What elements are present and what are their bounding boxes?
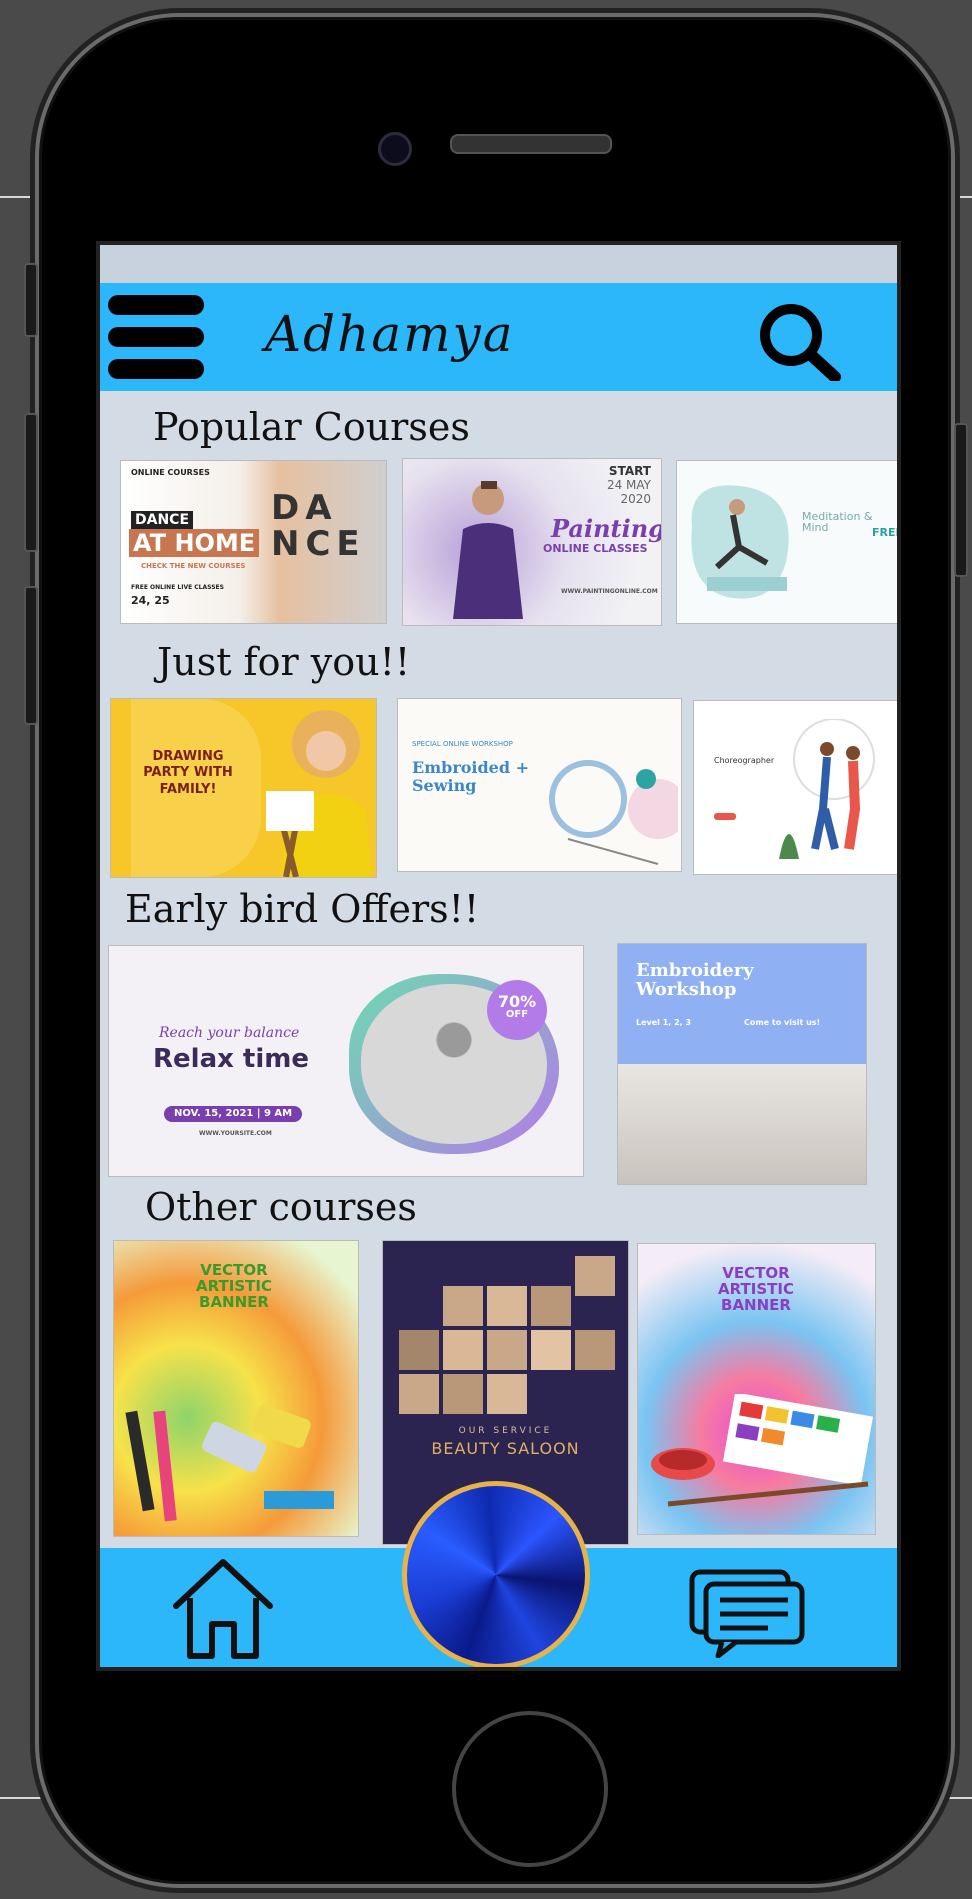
collage-illustration bbox=[399, 1256, 615, 1414]
card-title: Relax time bbox=[153, 1044, 309, 1074]
card-label: SPECIAL ONLINE WORKSHOP bbox=[412, 740, 513, 748]
section-title-early-bird: Early bird Offers!! bbox=[125, 887, 480, 931]
app-header: Adhamya bbox=[100, 283, 897, 391]
card-title: Painting bbox=[551, 514, 662, 543]
card-url: WWW.PAINTINGONLINE.COM bbox=[561, 588, 658, 595]
section-title-popular: Popular Courses bbox=[153, 405, 470, 449]
card-big-letters: DANCE bbox=[271, 488, 366, 564]
course-card-dance[interactable]: ONLINE COURSES DANCE AT HOME CHECK THE N… bbox=[120, 460, 387, 624]
course-card-painting[interactable]: START 24 MAY 2020 Painting ONLINE CLASSE… bbox=[402, 458, 662, 626]
volume-up-button bbox=[24, 413, 38, 552]
earpiece-speaker bbox=[450, 134, 612, 154]
card-year: 2020 bbox=[620, 492, 651, 506]
dancers-illustration bbox=[779, 719, 875, 859]
card-url: WWW.YOURSITE.COM bbox=[199, 1130, 272, 1137]
section-title-other: Other courses bbox=[145, 1185, 417, 1229]
card-extra: FREE ONLINE LIVE CLASSES bbox=[131, 584, 224, 591]
card-tag: Reach your balance bbox=[159, 1025, 300, 1041]
home-icon[interactable] bbox=[168, 1554, 278, 1664]
app-screen: Adhamya Popular Courses ONLINE COURSES D… bbox=[96, 241, 901, 1671]
card-cta: Come to visit us! bbox=[744, 1018, 821, 1027]
sewing-photo bbox=[618, 1064, 866, 1184]
discount-value: 70% bbox=[497, 992, 537, 1011]
search-icon[interactable] bbox=[755, 301, 845, 381]
embroidery-hoop-illustration bbox=[549, 760, 678, 865]
course-card-drawing[interactable]: DRAWING PARTY WITH FAMILY! bbox=[110, 698, 377, 878]
status-bar bbox=[100, 245, 897, 283]
paint-tubes-illustration bbox=[125, 1404, 334, 1522]
card-date: 24, 25 bbox=[131, 594, 170, 607]
discount-badge: 70% OFF bbox=[487, 980, 547, 1040]
app-title: Adhamya bbox=[265, 305, 515, 363]
offer-card-embroidery-workshop[interactable]: Embroidery Workshop Level 1, 2, 3 Come t… bbox=[617, 943, 867, 1185]
power-button bbox=[954, 423, 968, 577]
course-card-choreographer[interactable]: Choreographer bbox=[693, 700, 897, 875]
card-subtitle: OUR SERVICE bbox=[458, 1426, 553, 1436]
discount-label: OFF bbox=[505, 1009, 529, 1020]
card-title: Choreographer bbox=[714, 756, 775, 765]
card-date: 24 MAY bbox=[606, 478, 651, 492]
phone-home-button[interactable] bbox=[452, 1711, 608, 1867]
card-tag: DANCE bbox=[131, 511, 194, 529]
front-camera bbox=[378, 132, 412, 166]
chat-icon[interactable] bbox=[688, 1568, 808, 1658]
watercolor-palette-illustration bbox=[651, 1394, 874, 1507]
volume-down-button bbox=[24, 586, 38, 725]
card-title: AT HOME bbox=[129, 529, 260, 557]
card-start: START bbox=[608, 464, 651, 478]
yoga-illustration bbox=[691, 485, 789, 599]
card-title: Embroidery Workshop bbox=[636, 960, 754, 1000]
mute-switch bbox=[24, 263, 38, 337]
card-date: NOV. 15, 2021 | 9 AM bbox=[164, 1106, 303, 1122]
card-subtitle: CHECK THE NEW COURSES bbox=[141, 562, 246, 570]
hamburger-menu-icon[interactable] bbox=[108, 291, 204, 383]
course-card-vector-banner-1[interactable]: VECTOR ARTISTIC BANNER bbox=[113, 1240, 359, 1537]
center-action-button[interactable] bbox=[402, 1481, 590, 1667]
card-title: BEAUTY SALOON bbox=[431, 1439, 580, 1458]
course-card-meditation[interactable]: Meditation & Mind FREE bbox=[676, 460, 897, 624]
card-subtitle: FREE bbox=[872, 526, 897, 539]
card-title: VECTOR ARTISTIC BANNER bbox=[196, 1261, 272, 1311]
course-card-vector-banner-2[interactable]: VECTOR ARTISTIC BANNER bbox=[637, 1243, 876, 1535]
woman-illustration bbox=[266, 710, 371, 877]
card-title: VECTOR ARTISTIC BANNER bbox=[718, 1264, 794, 1314]
card-label: ONLINE COURSES bbox=[131, 468, 210, 477]
course-card-embroidery-sewing[interactable]: SPECIAL ONLINE WORKSHOP Embroided + Sewi… bbox=[397, 698, 682, 872]
card-title: DRAWING PARTY WITH FAMILY! bbox=[143, 749, 233, 797]
offer-card-relax-time[interactable]: Reach your balance Relax time NOV. 15, 2… bbox=[108, 945, 584, 1177]
section-title-just-for-you: Just for you!! bbox=[157, 640, 411, 684]
card-title: Embroided + Sewing bbox=[412, 758, 530, 795]
card-subtitle: ONLINE CLASSES bbox=[543, 542, 648, 555]
painter-figure bbox=[453, 481, 523, 619]
card-level: Level 1, 2, 3 bbox=[636, 1018, 692, 1027]
